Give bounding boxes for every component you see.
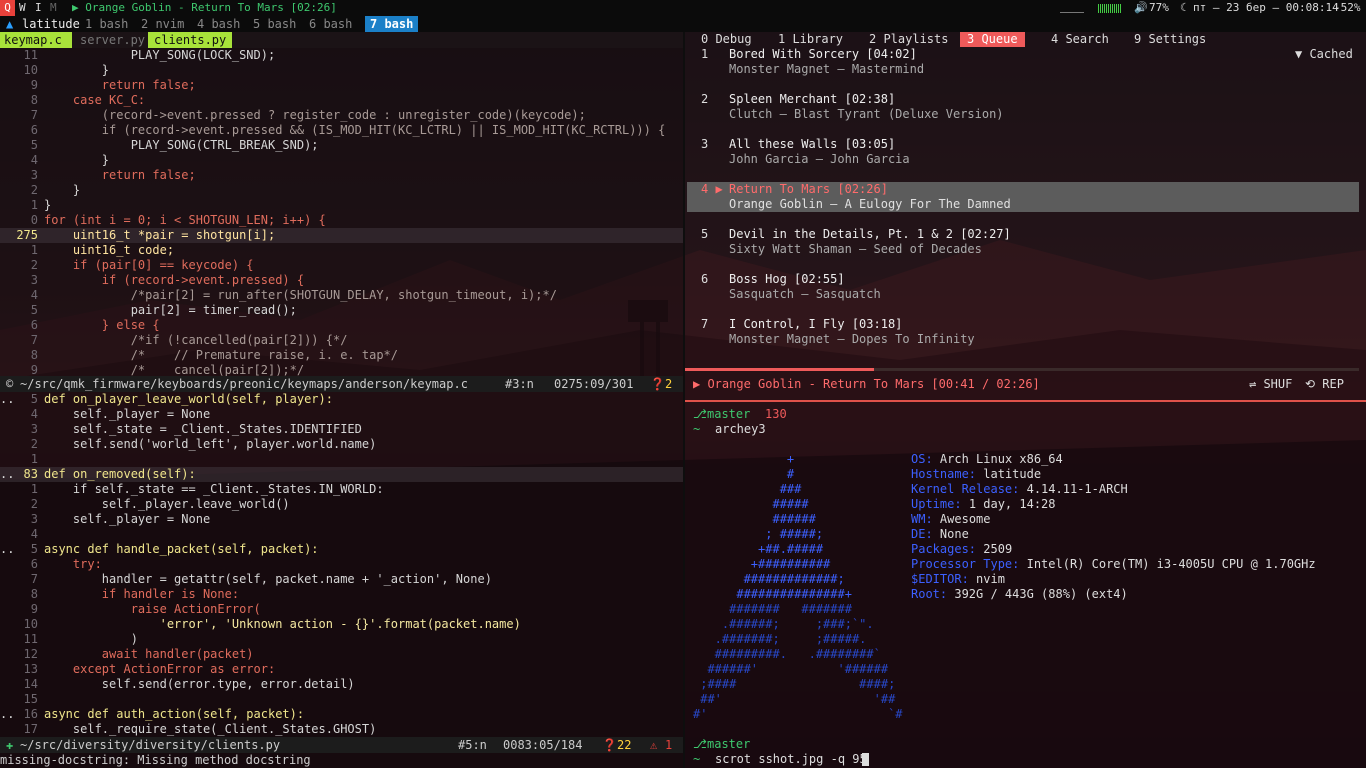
queue-item[interactable]: 7 I Control, I Fly [03:18] Monster Magne… (685, 317, 1359, 347)
tab-debug[interactable]: 0 Debug (701, 32, 752, 47)
git-branch: master (707, 407, 751, 421)
bottom-statusline: ✚ ~/src/diversity/diversity/clients.py #… (0, 737, 683, 753)
music-tabs: 0 Debug 1 Library 2 Playlists 3 Queue 4 … (685, 32, 1366, 47)
bottom-buffer-num: #5:n (458, 738, 487, 752)
queue-item-playing[interactable]: 4 ▶ Return To Mars [02:26] Orange Goblin… (687, 182, 1359, 212)
bottom-editor-window[interactable]: .. 5 def on_player_leave_world(self, playe… (0, 392, 683, 737)
arch-logo-art: + # ### ##### ###### ; #####; +##.##### … (693, 452, 903, 721)
git-branch-2: master (707, 737, 751, 751)
shuffle-toggle[interactable]: ⇌ SHUF (1249, 376, 1292, 392)
tmux-bar: ▲ latitude 1 bash 2 nvim 4 bash 5 bash 6… (0, 16, 1366, 32)
moon-icon: ☾ (1180, 1, 1187, 14)
tab-queue[interactable]: 3 Queue (960, 32, 1025, 47)
repeat-toggle[interactable]: ⟲ REP (1305, 376, 1344, 392)
file-icon: © (6, 377, 14, 391)
tag-q[interactable]: Q (0, 0, 15, 16)
progress-fill (685, 368, 874, 371)
progress-bar[interactable] (685, 368, 1359, 371)
error-icon: ⚠ (650, 738, 658, 752)
battery: -52% (1334, 1, 1361, 14)
command-1: archey3 (715, 422, 766, 436)
tab-clients-py[interactable]: clients.py (148, 32, 232, 48)
bottom-file-path: ~/src/diversity/diversity/clients.py (20, 738, 281, 752)
music-player[interactable]: 0 Debug 1 Library 2 Playlists 3 Queue 4 … (685, 32, 1366, 400)
buffer-tabline: keymap.c server.py clients.py (0, 32, 683, 48)
tab-search[interactable]: 4 Search (1051, 32, 1109, 47)
arch-icon: ▲ (6, 17, 14, 31)
queue-item[interactable]: 6 Boss Hog [02:55] Sasquatch — Sasquatch (685, 272, 1359, 302)
tmux-window-5[interactable]: 5 bash (253, 16, 296, 32)
tmux-session: latitude (22, 17, 80, 31)
cpu-graph (1060, 5, 1084, 13)
queue-item[interactable]: 3 All these Walls [03:05] John Garcia — … (685, 137, 1359, 167)
warning-icon: ❓ (650, 377, 665, 391)
queue-item[interactable]: 5 Devil in the Details, Pt. 1 & 2 [02:27… (685, 227, 1359, 257)
top-statusline: © ~/src/qmk_firmware/keyboards/preonic/k… (0, 376, 683, 392)
command-input[interactable]: scrot sshot.jpg -q 95 (715, 752, 867, 767)
player-now-playing: ▶ Orange Goblin - Return To Mars [00:41 … (693, 377, 1040, 391)
tmux-window-6[interactable]: 6 bash (309, 16, 352, 32)
exit-code: 130 (765, 407, 787, 421)
queue-item[interactable]: 2 Spleen Merchant [02:38] Clutch — Blast… (685, 92, 1359, 122)
system-info: OS: Arch Linux x86_64 Hostname: latitude… (911, 452, 1316, 601)
top-buffer-num: #3:n (505, 377, 534, 391)
now-playing-title: ▶ Orange Goblin - Return To Mars [02:26] (72, 1, 337, 14)
clock: пт — 23 бер — 00:08:14 (1193, 1, 1339, 14)
tmux-window-2[interactable]: 2 nvim (141, 16, 184, 32)
git-branch-icon: ⎇ (693, 737, 707, 751)
git-branch-icon: ⎇ (693, 407, 707, 421)
volume-icon[interactable]: 🔊 (1134, 0, 1148, 16)
queue-item[interactable]: 1 Bored With Sorcery [04:02] Monster Mag… (685, 47, 1359, 77)
cursor-line: 275 uint16_t *pair = shotgun[i]; (0, 228, 683, 243)
terminal-cursor (862, 753, 869, 766)
volume-level: 77% (1149, 1, 1169, 14)
nvim-pane[interactable]: keymap.c server.py clients.py 11 PLAY_SO… (0, 32, 683, 768)
tab-playlists[interactable]: 2 Playlists (869, 32, 948, 47)
bottom-warning-count: 22 (617, 738, 632, 752)
tmux-window-7[interactable]: 7 bash (365, 16, 419, 32)
shell-pane[interactable]: ⎇ master 130 ~ archey3 + # ### ##### ###… (685, 402, 1366, 768)
tab-library[interactable]: 1 Library (778, 32, 843, 47)
tab-server-py[interactable]: server.py (76, 32, 146, 48)
python-icon: ✚ (6, 738, 14, 752)
tmux-window-4[interactable]: 4 bash (197, 16, 240, 32)
prompt-symbol: ~ (693, 752, 701, 766)
top-file-path: ~/src/qmk_firmware/keyboards/preonic/key… (20, 377, 468, 391)
tab-settings[interactable]: 9 Settings (1134, 32, 1206, 47)
top-bar: Q W I M ▶ Orange Goblin - Return To Mars… (0, 0, 1366, 16)
tag-w[interactable]: W (19, 0, 26, 16)
top-warning-count: 2 (665, 377, 673, 391)
top-editor-window[interactable]: 11 PLAY_SONG(LOCK_SND); 10 } 9 return fa… (0, 48, 683, 378)
top-cursor-pos: 0275:09/301 (554, 377, 634, 391)
bottom-cursor-pos: 0083:05/184 (503, 738, 583, 752)
warning-icon: ❓ (602, 738, 617, 752)
tmux-window-1[interactable]: 1 bash (85, 16, 128, 32)
prompt-symbol: ~ (693, 422, 701, 436)
bottom-error-count: 1 (665, 738, 673, 752)
mem-graph (1098, 4, 1122, 13)
tag-i[interactable]: I (35, 0, 42, 16)
lint-message: missing-docstring: Missing method docstr… (0, 753, 311, 767)
tab-keymap-c[interactable]: keymap.c (0, 32, 72, 48)
tag-m[interactable]: M (50, 0, 57, 16)
